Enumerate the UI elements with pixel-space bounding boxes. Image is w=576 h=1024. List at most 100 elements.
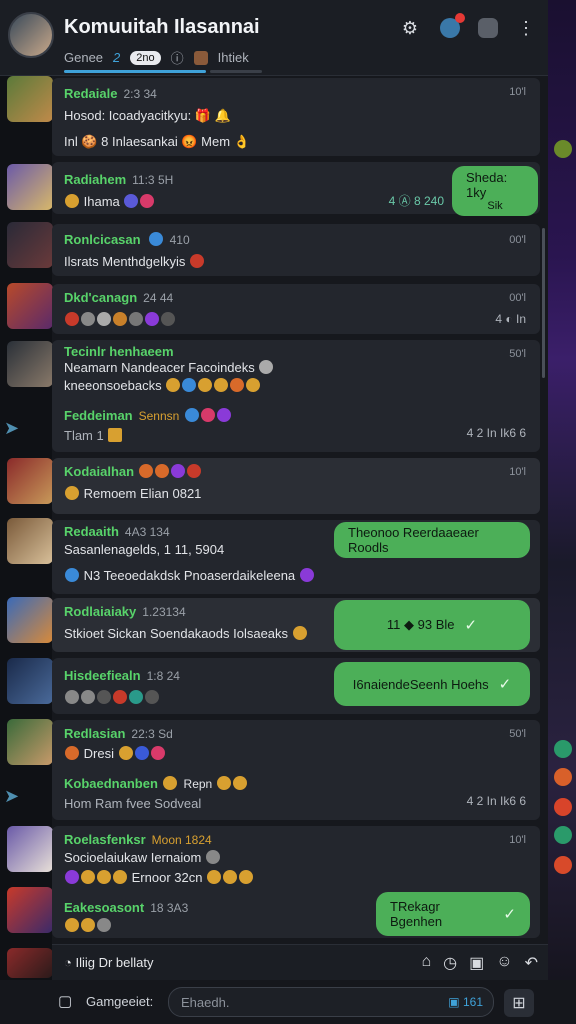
send-button[interactable]: ⊞ [504,989,534,1017]
avatar-rail: ➤ ➤ ∇ [0,0,53,1024]
avatar[interactable] [7,826,53,872]
message-text: kneeonsoebacks [64,378,162,393]
emoji-icon[interactable]: ☺ [496,953,512,973]
list-item[interactable]: Kodaialhan 10'l Remoem Elian 0821 [52,458,540,514]
outgoing-bubble[interactable]: 11 ◆ 93 Ble ✓ [334,600,530,650]
status-icon[interactable] [554,798,572,816]
gear-icon[interactable]: ⚙ [398,16,422,40]
tab-count[interactable]: 2 [113,50,120,65]
typing-indicator: ◔ Iliig Dr bellaty [64,955,154,970]
status-icon[interactable] [554,140,572,158]
sender-name[interactable]: Dkd'canagn [64,290,137,305]
avatar[interactable] [193,50,208,65]
avatar[interactable] [7,948,53,978]
sender-name[interactable]: Redaaith [64,524,119,539]
list-item[interactable]: Ronlcicasan 410 00'l Ilsrats Menthdgelkyi… [52,224,540,276]
gif-icon[interactable]: ▣ [448,995,459,1009]
avatar[interactable] [7,518,53,564]
timestamp: 410 [169,233,190,247]
emoji-row [64,312,176,327]
message-time: 00'l [509,292,526,304]
sender-name[interactable]: Kobaednanben [64,776,158,791]
chat-header: Komuuitah Ilasannai Genee 2 2no ⓘ Ihtiek… [0,0,548,76]
input-placeholder: Ehaedh. [181,995,230,1010]
send-icon: ⊞ [512,995,526,1012]
outgoing-bubble[interactable]: Theonoo Reerdaaeaer Roodls [334,522,530,558]
avatar[interactable] [7,222,53,268]
message-input[interactable]: Ehaedh. ▣ 161 [168,987,494,1017]
sender-name[interactable]: Ronlcicasan [64,232,141,247]
message-text: Neamarn Nandeacer Facoindeks [64,360,255,375]
avatar[interactable] [7,283,53,329]
message-meta[interactable]: 4 2 In Ik6 6 [467,794,526,808]
emoji-icon [190,254,205,268]
avatar[interactable] [7,76,53,122]
status-icon[interactable] [554,740,572,758]
emoji-row [64,918,112,933]
clock-icon[interactable]: ◷ [443,953,457,973]
tab-pill[interactable]: 2no [130,50,161,65]
emoji-row [64,690,160,705]
status-icon[interactable] [554,826,572,844]
home-icon[interactable]: ⌂ [421,953,431,973]
emoji-icon [148,232,163,246]
status-icon[interactable] [554,768,572,786]
avatar[interactable] [7,719,53,765]
avatar[interactable] [7,887,53,933]
list-item[interactable]: Dkd'canagn 24 44 00'l 4 ◐ In [52,284,540,334]
outgoing-bubble[interactable]: Sheda: 1ky Sik [452,166,538,216]
message-meta[interactable]: 4 ◐ In [495,312,526,326]
camera-icon[interactable]: ▣ [469,953,484,973]
bubble-text: Theonoo Reerdaaeaer Roodls [348,525,479,555]
notification-icon[interactable] [438,13,465,40]
outgoing-bubble[interactable]: I6naiendeSeenh Hoehs ✓ [334,662,530,706]
tab-bar: Genee 2 2no ⓘ Ihtiek [64,48,249,67]
bubble-subtext: Sik [487,200,503,212]
sender-name[interactable]: Rodlaiaiaky [64,604,136,619]
sender-name[interactable]: Redaiale [64,86,117,101]
sender-name[interactable]: Tecinlr henhaeem [64,344,174,359]
reaction-counts[interactable]: 4 Ⓐ 8 240 [389,192,444,209]
outgoing-bubble[interactable]: TRekagr Bgenhen ✓ [376,892,530,936]
message-meta[interactable]: 4 2 In Ik6 6 [467,426,526,440]
tab-other[interactable]: Ihtiek [218,50,249,65]
lock-icon[interactable] [476,16,500,40]
tab-indicator [210,70,262,73]
emoji-icon [124,194,139,208]
tab-general[interactable]: Genee [64,50,103,65]
message-text: Socioelaiukaw Iernaiom [64,850,202,865]
info-icon[interactable]: ⓘ [171,48,184,67]
scrollbar[interactable] [542,228,545,378]
message-text: Ilsrats Menthdgelkyis [64,254,186,269]
read-check-icon: ✓ [498,676,512,693]
message-text: Remoem Elian 0821 [83,486,202,501]
list-item[interactable]: Redlasian 22:3 Sd 50'l Dresi Kobaednanben… [52,720,540,820]
bubble-text: Sheda: 1ky [466,170,508,200]
sender-name[interactable]: Hisdeefiealn [64,668,141,683]
sender-name[interactable]: Eakesoasont [64,900,144,915]
avatar[interactable] [7,658,53,704]
status-icon[interactable] [554,856,572,874]
more-icon[interactable]: ⋮ [514,16,538,40]
list-item[interactable]: Redaiale 2:3 34 10'l Hosod: Icoadyacitkyu… [52,78,540,156]
reply-icon[interactable]: ↶ [525,953,538,973]
sender-name[interactable]: Redlasian [64,726,125,741]
page-title: Komuuitah Ilasannai [64,16,260,38]
timestamp: 2:3 34 [123,87,157,101]
avatar[interactable] [7,341,53,387]
list-item[interactable]: Tecinlr henhaeem 50'l Neamarn Nandeacer … [52,340,540,452]
sender-name[interactable]: Radiahem [64,172,126,187]
chat-icon[interactable]: ▢ [58,992,72,1010]
sender-name[interactable]: Feddeiman [64,408,133,423]
timestamp: 18 3A3 [150,901,189,915]
timestamp: Repn [183,777,213,791]
avatar[interactable] [7,597,53,643]
sender-name[interactable]: Roelasfenksr [64,832,146,847]
avatar[interactable] [7,164,53,210]
arrow-icon: ➤ [4,418,20,438]
sender-name[interactable]: Kodaialhan [64,464,134,479]
avatar[interactable] [8,12,54,58]
bubble-text: I6naiendeSeenh Hoehs [352,676,489,692]
chat-bubble-icon: ◔ [64,955,72,970]
avatar[interactable] [7,458,53,504]
